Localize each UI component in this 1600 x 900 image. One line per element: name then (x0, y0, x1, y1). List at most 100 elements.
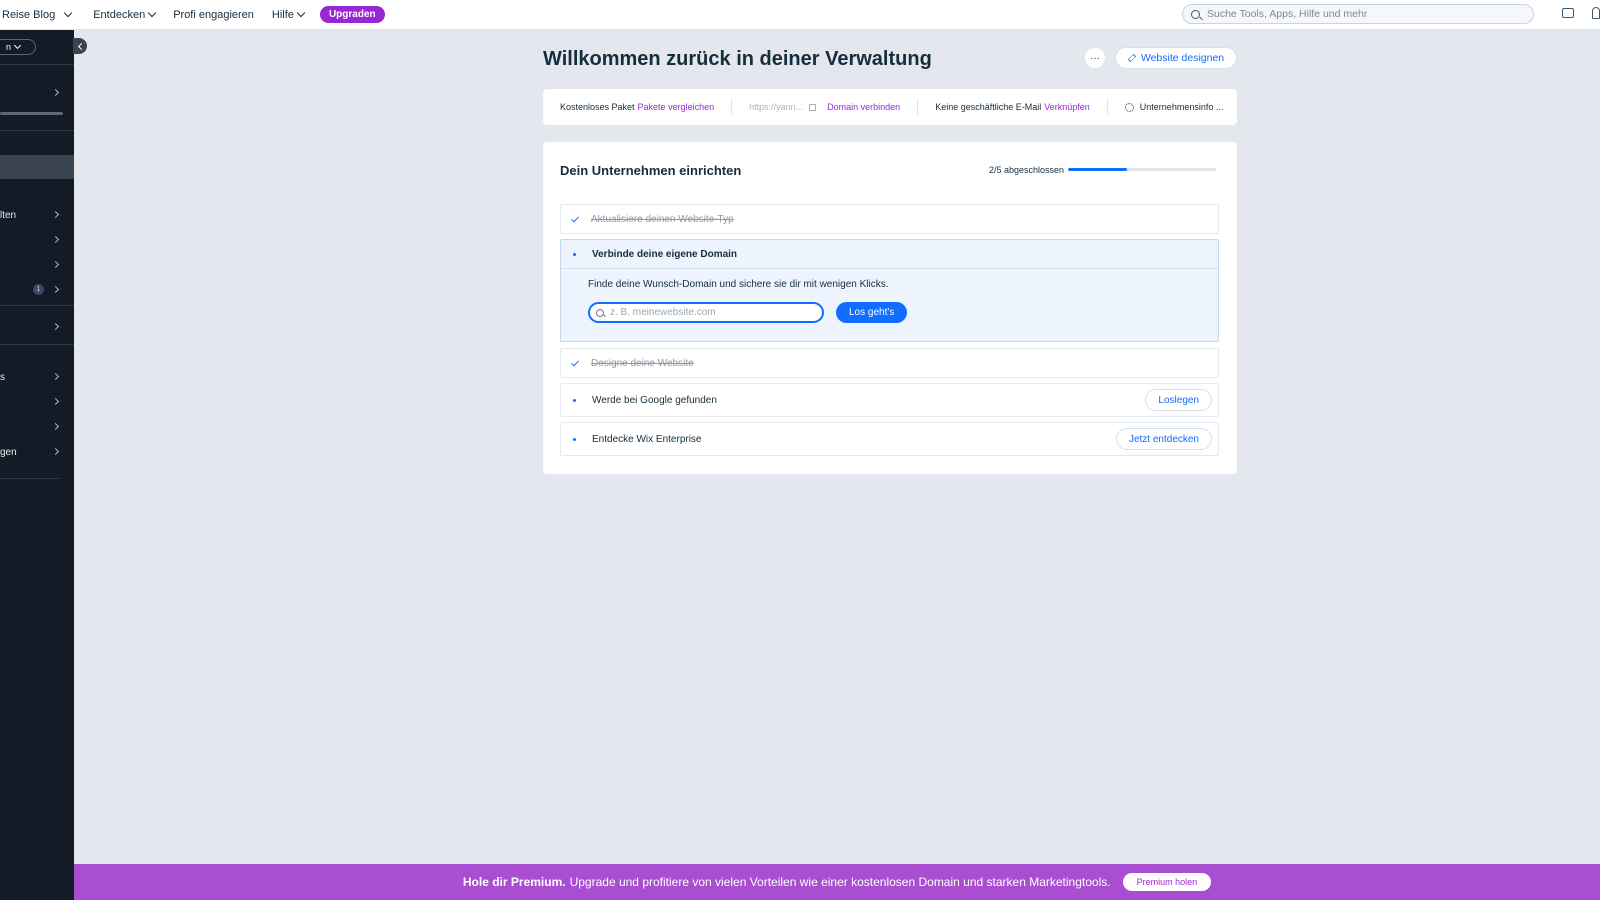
chevron-down-icon (63, 8, 73, 18)
chevron-right-icon (51, 397, 60, 406)
check-icon (571, 358, 579, 366)
sidebar-item[interactable] (0, 257, 64, 273)
sidebar-item[interactable]: s (0, 369, 64, 385)
sidebar-item-label: s (0, 371, 5, 383)
site-selector[interactable]: Reise Blog (2, 8, 73, 21)
global-search[interactable] (1182, 4, 1534, 24)
divider (0, 64, 74, 65)
check-icon (571, 214, 579, 222)
get-found-google-button[interactable]: Loslegen (1145, 389, 1212, 411)
task-label: Entdecke Wix Enterprise (592, 433, 702, 445)
company-info[interactable]: Unternehmensinfo ... (1108, 99, 1241, 115)
divider (0, 130, 74, 131)
divider (0, 305, 74, 306)
connect-email-link[interactable]: Verknüpfen (1044, 102, 1090, 112)
page-title: Willkommen zurück in deiner Verwaltung (543, 48, 932, 70)
setup-progress-fill (1068, 168, 1128, 171)
domain-go-button[interactable]: Los geht's (836, 302, 908, 323)
divider (0, 344, 74, 345)
banner-text: Upgrade und profitiere von vielen Vortei… (569, 875, 1111, 889)
task-item[interactable]: Aktualisiere deinen Website-Typ (560, 204, 1219, 234)
sidebar-selector-label: n (5, 42, 11, 52)
setup-progress-label: 2/5 abgeschlossen (989, 165, 1065, 175)
site-info-bar: Kostenloses Paket Pakete vergleichen htt… (543, 89, 1237, 125)
design-website-label: Website designen (1140, 52, 1225, 64)
sidebar-item-label: gen (0, 446, 17, 458)
plan-info: Kostenloses Paket Pakete vergleichen (543, 99, 733, 115)
sidebar-item[interactable] (0, 394, 64, 410)
plan-text: Kostenloses Paket (560, 102, 635, 112)
nav-label: Entdecken (93, 8, 146, 21)
discover-enterprise-button[interactable]: Jetzt entdecken (1115, 428, 1212, 450)
task-item[interactable]: Entdecke Wix Enterprise Jetzt entdecken (560, 422, 1219, 456)
notification-badge: 1 (33, 284, 44, 295)
more-actions-button[interactable]: ··· (1085, 48, 1105, 68)
nav-entdecken[interactable]: Entdecken (93, 8, 157, 21)
chevron-down-icon (147, 8, 157, 18)
search-input[interactable] (1207, 8, 1507, 20)
chevron-right-icon (51, 285, 60, 294)
sidebar-item[interactable] (0, 232, 64, 248)
nav-label: Profi engagieren (173, 8, 254, 21)
sidebar-selector[interactable]: n (0, 39, 36, 55)
chevron-down-icon (13, 41, 22, 50)
bell-icon[interactable] (1592, 7, 1600, 19)
bullet-icon (573, 437, 576, 441)
sidebar-item[interactable]: lten (0, 207, 64, 223)
connect-domain-link[interactable]: Domain verbinden (827, 102, 900, 112)
premium-banner: Hole dir Premium. Upgrade und profitiere… (74, 864, 1600, 900)
chevron-right-icon (51, 210, 60, 219)
get-premium-button[interactable]: Premium holen (1122, 873, 1212, 891)
top-bar: Reise Blog Entdecken Profi engagieren Hi… (0, 0, 1600, 30)
nav-label: Hilfe (271, 8, 294, 21)
task-label: Aktualisiere deinen Website-Typ (591, 213, 734, 225)
sidebar-item[interactable]: gen (0, 444, 64, 460)
external-link-icon[interactable] (809, 103, 817, 111)
chat-icon[interactable] (1562, 8, 1574, 18)
task-label: Verbinde deine eigene Domain (592, 248, 738, 260)
task-item[interactable]: Werde bei Google gefunden Loslegen (560, 383, 1219, 417)
chevron-right-icon (51, 422, 60, 431)
domain-search-input[interactable] (610, 307, 810, 318)
task-header[interactable]: Verbinde deine eigene Domain (561, 240, 1218, 269)
setup-title: Dein Unternehmen einrichten (560, 163, 742, 178)
task-description: Finde deine Wunsch-Domain und sichere si… (588, 279, 889, 290)
pencil-icon (1127, 53, 1136, 63)
nav-profi-engagieren[interactable]: Profi engagieren (173, 9, 254, 21)
sidebar-item[interactable] (0, 319, 64, 335)
sidebar-item[interactable]: 1 (0, 282, 64, 298)
bullet-icon (573, 398, 576, 402)
chevron-right-icon (51, 235, 60, 244)
chevron-down-icon (296, 8, 306, 18)
domain-info: https://yann... Domain verbinden (732, 99, 919, 115)
sidebar-item[interactable] (0, 419, 64, 435)
chevron-right-icon (51, 322, 60, 331)
gear-icon (1124, 102, 1134, 112)
sidebar-progress (0, 112, 63, 115)
email-info: Keine geschäftliche E-Mail Verknüpfen (918, 99, 1108, 115)
company-info-label: Unternehmensinfo ... (1139, 102, 1224, 112)
site-url[interactable]: https://yann... (749, 102, 803, 112)
chevron-left-icon (77, 42, 85, 50)
banner-headline: Hole dir Premium. (462, 875, 566, 889)
chevron-right-icon (51, 372, 60, 381)
sidebar-collapse-button[interactable] (73, 38, 87, 54)
compare-plans-link[interactable]: Pakete vergleichen (638, 102, 715, 112)
domain-search-field[interactable] (588, 302, 824, 323)
chevron-right-icon (51, 260, 60, 269)
task-item-open: Verbinde deine eigene Domain Finde deine… (560, 239, 1219, 342)
sidebar-item-label: lten (0, 209, 17, 221)
setup-card: Dein Unternehmen einrichten 2/5 abgeschl… (543, 142, 1237, 474)
nav-hilfe[interactable]: Hilfe (271, 8, 306, 21)
sidebar-item[interactable] (0, 85, 64, 101)
bullet-icon (573, 252, 576, 256)
task-item[interactable]: Designe deine Website (560, 348, 1219, 378)
sidebar-item-active[interactable] (0, 155, 74, 179)
sidebar: n lten 1 s gen (0, 30, 74, 900)
search-icon (596, 308, 604, 317)
chevron-right-icon (51, 447, 60, 456)
chevron-right-icon (51, 88, 60, 97)
design-website-button[interactable]: Website designen (1115, 47, 1237, 69)
email-text: Keine geschäftliche E-Mail (935, 102, 1042, 112)
upgrade-button[interactable]: Upgraden (319, 6, 385, 23)
